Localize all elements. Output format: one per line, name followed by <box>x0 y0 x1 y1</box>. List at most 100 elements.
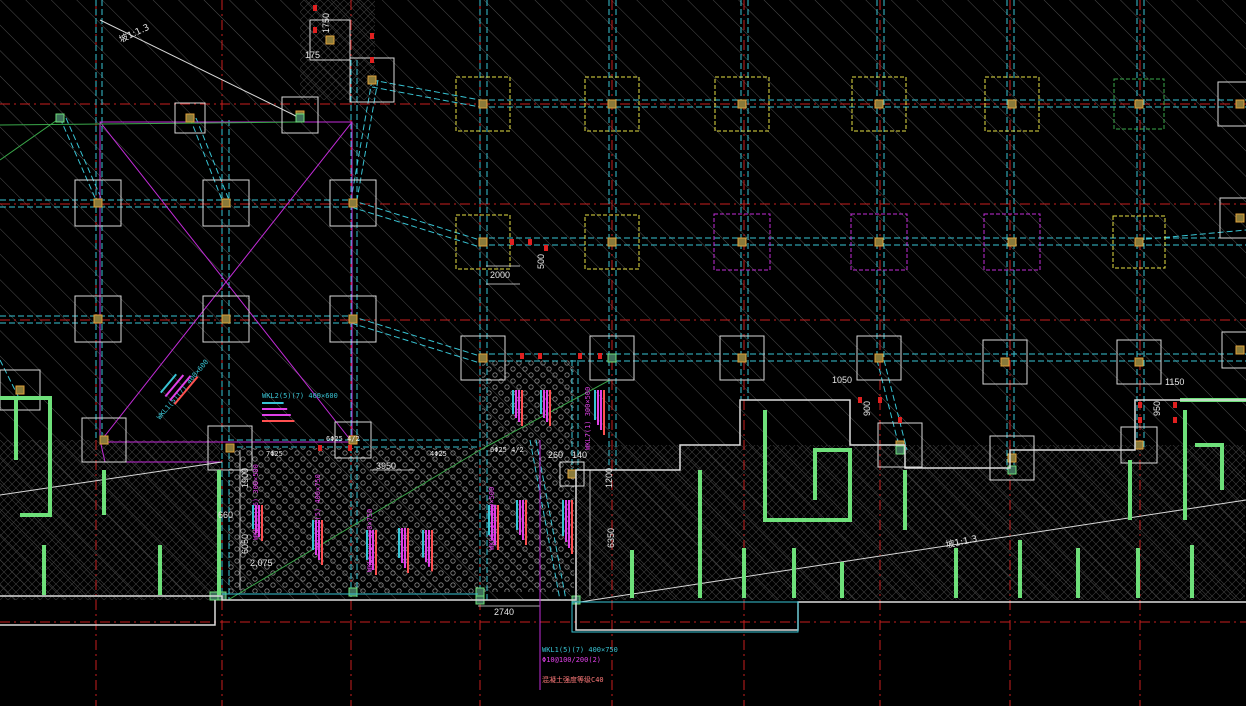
annotation-text-line <box>431 530 433 572</box>
annotation-text-line <box>407 528 409 573</box>
crosshatch-left <box>0 440 220 600</box>
rebar-mark <box>313 5 317 11</box>
annotation-text-line <box>549 390 551 426</box>
bottom-callout-title: WKL1(5)(7) 400×750 <box>542 646 618 654</box>
column <box>99 435 109 445</box>
column <box>1007 453 1017 463</box>
dim-1200: 1200 <box>604 468 614 488</box>
column <box>475 587 485 597</box>
annotation-text-line <box>603 390 605 435</box>
rebar-mark <box>1173 402 1177 408</box>
annotation-text-line <box>522 500 524 540</box>
annotation-text-line <box>515 390 517 418</box>
rebar-mark <box>598 353 602 359</box>
column <box>607 99 617 109</box>
dim-6350: 6350 <box>606 528 616 548</box>
rebar-mark <box>348 445 352 451</box>
annotation-text-line <box>255 505 257 533</box>
column <box>348 314 358 324</box>
annotation-text-line <box>258 505 260 537</box>
rebar-mark <box>370 33 374 39</box>
dim-1050: 1050 <box>832 375 852 385</box>
column <box>1134 357 1144 367</box>
annotation-text-line <box>518 390 520 422</box>
annotation-text-line <box>497 505 499 550</box>
column <box>1007 465 1017 475</box>
bottom-callout-red: 混凝土强度等级C40 <box>542 675 604 684</box>
column <box>348 198 358 208</box>
outside-area <box>0 600 1246 706</box>
column <box>1134 440 1144 450</box>
rebar-mark <box>898 417 902 423</box>
dot-fill-zone-a <box>228 448 478 593</box>
annotation-text-line <box>562 500 564 536</box>
dim-260: 260 <box>548 450 563 460</box>
structural-plan-drawing[interactable]: 1750 175 2000 500 1050 1150 3950 260 140… <box>0 0 1246 706</box>
rebar-mark <box>878 397 882 403</box>
annotation-text-line <box>540 390 542 414</box>
dim-900: 900 <box>862 401 872 416</box>
beam-tag-wkl7: WKL7(1) 300×500 <box>584 387 592 450</box>
dim-1900: 1900 <box>240 468 250 488</box>
column <box>1235 99 1245 109</box>
column <box>607 237 617 247</box>
column <box>607 353 617 363</box>
rebar-mark <box>544 245 548 251</box>
annotation-text-line <box>600 390 602 430</box>
rebar-mark <box>538 353 542 359</box>
annotation-text-line <box>318 520 320 560</box>
annotation-text-line <box>369 530 371 565</box>
dim-660: 660 <box>218 510 233 520</box>
column <box>478 99 488 109</box>
rebar-mark <box>578 353 582 359</box>
rebar-mark <box>313 27 317 33</box>
annotation-text-line <box>571 500 573 554</box>
annotation-text-line <box>375 530 377 575</box>
annotation-text-line <box>428 530 430 567</box>
column <box>15 385 25 395</box>
annotation-text-line <box>398 528 400 558</box>
dim-140: 140 <box>572 450 587 460</box>
column <box>874 353 884 363</box>
column <box>737 99 747 109</box>
annotation-text-line <box>494 505 496 545</box>
annotation-text-line <box>262 402 284 404</box>
rebar-mark <box>1173 417 1177 423</box>
dim-2075: 2,075 <box>250 558 273 568</box>
annotation-text-line <box>404 528 406 568</box>
column <box>895 445 905 455</box>
column <box>737 353 747 363</box>
column <box>1134 237 1144 247</box>
beam-mark-7: 7Φ25 <box>266 450 283 458</box>
column <box>478 237 488 247</box>
dim-950: 950 <box>1152 401 1162 416</box>
annotation-text-line <box>488 505 490 535</box>
annotation-text-line <box>315 520 317 555</box>
annotation-text-line <box>252 505 254 529</box>
column <box>737 237 747 247</box>
column <box>185 113 195 123</box>
annotation-text-line <box>312 520 314 550</box>
annotation-text-line <box>372 530 374 570</box>
annotation-text-line <box>519 500 521 535</box>
column <box>325 35 335 45</box>
dim-175: 175 <box>305 50 320 60</box>
annotation-text-line <box>543 390 545 418</box>
column <box>1007 237 1017 247</box>
dim-6050: 6050 <box>240 534 250 554</box>
annotation-text-line <box>261 505 263 541</box>
cad-drawing-canvas[interactable]: 1750 175 2000 500 1050 1150 3950 260 140… <box>0 0 1246 706</box>
dim-2740: 2740 <box>494 607 514 617</box>
annotation-text-line <box>425 530 427 563</box>
column <box>1235 213 1245 223</box>
column <box>221 198 231 208</box>
rebar-mark <box>520 353 524 359</box>
column <box>1000 357 1010 367</box>
annotation-text-line <box>366 530 368 560</box>
annotation-text-line <box>516 500 518 530</box>
beam-tag-wkl2: WKL2(5)(7) 400×600 <box>262 392 338 400</box>
beam-mark-left: 6Φ25 4/2 <box>326 435 360 443</box>
dim-2000: 2000 <box>490 270 510 280</box>
column <box>1007 99 1017 109</box>
annotation-text-line <box>422 530 424 558</box>
